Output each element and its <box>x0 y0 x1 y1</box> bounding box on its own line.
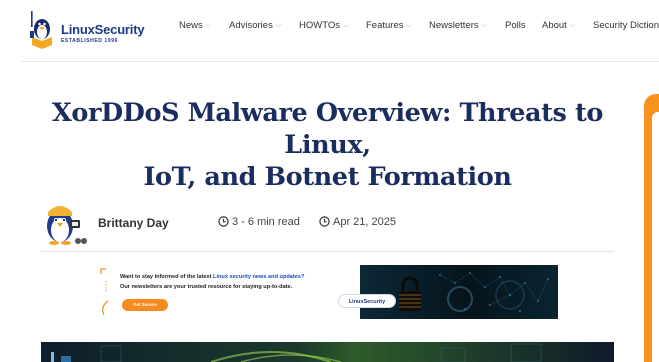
logo-wordmark: LinuxSecurity <box>61 22 145 37</box>
logo-tagline: ESTABLISHED 1996 <box>61 38 119 44</box>
article-hero-image <box>41 342 614 362</box>
padlock-icon <box>399 276 421 311</box>
chevron-down-icon: ⌵ <box>406 22 412 29</box>
banner-subline: Our newsletters are your trusted resourc… <box>120 284 293 290</box>
article-title: XorDDoS Malware Overview: Threats to Lin… <box>20 97 635 193</box>
clock-icon <box>319 216 330 227</box>
banner-headline: Want to stay informed of the latest Linu… <box>120 274 305 280</box>
nav-item-security-dictionary[interactable]: Security Dictiona <box>593 20 659 31</box>
network-dots-graphic <box>439 272 549 312</box>
article-title-line1: XorDDoS Malware Overview: Threats to Lin… <box>52 98 603 160</box>
read-time: 3 - 6 min read <box>218 216 300 228</box>
chevron-down-icon: ⌵ <box>569 22 576 29</box>
author-name[interactable]: Brittany Day <box>98 216 169 230</box>
header-divider <box>21 61 659 62</box>
penguin-avatar-icon <box>47 206 87 245</box>
chevron-down-icon: ⌵ <box>275 22 282 29</box>
penguin-logo-icon <box>30 11 52 49</box>
chevron-down-icon: ⌵ <box>205 22 212 29</box>
site-logo[interactable]: LinuxSecurity ESTABLISHED 1996 <box>28 11 154 49</box>
author-avatar[interactable] <box>40 200 88 246</box>
article-title-line2: IoT, and Botnet Formation <box>143 162 512 192</box>
hero-graphic <box>51 343 542 362</box>
nav-item-polls[interactable]: Polls <box>505 20 526 31</box>
nav-item-advisories[interactable]: Advisories ⌵ <box>229 20 281 31</box>
publish-date: Apr 21, 2025 <box>319 216 396 228</box>
nav-item-news[interactable]: News ⌵ <box>179 20 211 31</box>
get-secure-button[interactable]: Get Secure <box>122 299 168 311</box>
nav-item-newsletters[interactable]: Newsletters ⌵ <box>429 20 487 31</box>
clock-icon <box>218 216 229 227</box>
site-header: LinuxSecurity ESTABLISHED 1996 News ⌵ Adv… <box>0 0 659 62</box>
read-time-label: 3 - 6 min read <box>232 216 300 228</box>
publish-date-label: Apr 21, 2025 <box>333 216 396 228</box>
nav-item-features[interactable]: Features ⌵ <box>366 20 412 31</box>
chevron-down-icon: ⌵ <box>343 22 349 29</box>
nav-item-about[interactable]: About ⌵ <box>542 20 575 31</box>
chevron-down-icon: ⌵ <box>481 22 487 29</box>
side-panel <box>652 112 659 362</box>
meta-divider <box>41 251 614 252</box>
nav-item-howtos[interactable]: HOWTOs ⌵ <box>299 20 348 31</box>
banner-logo: LinuxSecurity <box>338 294 396 308</box>
banner-network-graphic <box>360 265 558 319</box>
newsletter-banner[interactable]: Want to stay informed of the latest Linu… <box>98 265 558 319</box>
